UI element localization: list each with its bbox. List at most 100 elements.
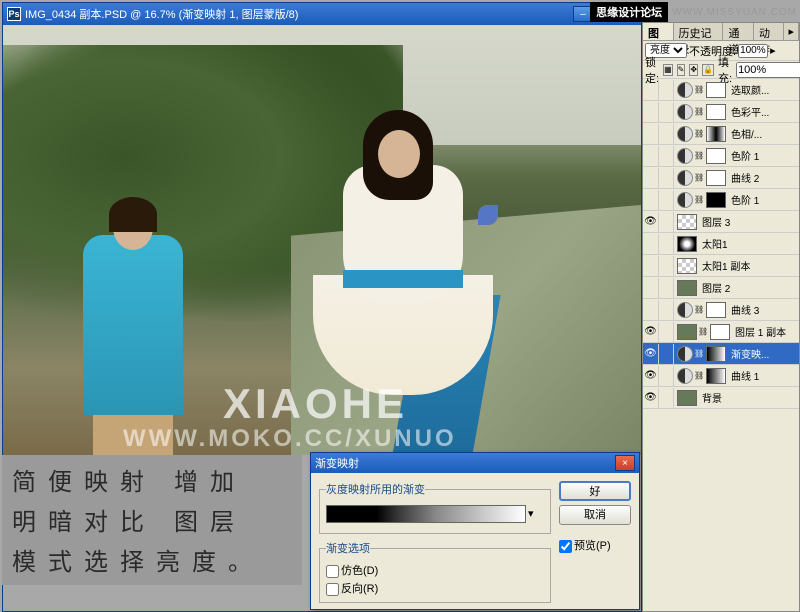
layer-name[interactable]: 渐变映...: [731, 346, 799, 361]
link-cell[interactable]: [660, 366, 674, 386]
link-cell[interactable]: [660, 212, 674, 232]
dialog-titlebar[interactable]: 渐变映射 ×: [311, 453, 639, 473]
layer-thumbnail[interactable]: [677, 258, 697, 274]
layer-name[interactable]: 曲线 1: [731, 368, 799, 383]
link-cell[interactable]: [660, 124, 674, 144]
visibility-toggle[interactable]: [643, 168, 659, 188]
layer-mask[interactable]: [706, 170, 726, 186]
visibility-toggle[interactable]: [643, 190, 659, 210]
window-titlebar[interactable]: Ps IMG_0434 副本.PSD @ 16.7% (渐变映射 1, 图层蒙版…: [3, 3, 641, 25]
visibility-toggle[interactable]: 👁: [643, 344, 659, 364]
tab-history[interactable]: 历史记录: [674, 23, 724, 40]
layer-row[interactable]: 图层 2: [643, 277, 799, 299]
visibility-toggle[interactable]: [643, 146, 659, 166]
layer-name[interactable]: 色彩平...: [731, 104, 799, 119]
layer-row[interactable]: 👁 背景: [643, 387, 799, 409]
link-cell[interactable]: [660, 168, 674, 188]
opacity-arrow-icon[interactable]: ▸: [770, 44, 776, 57]
layer-mask[interactable]: [706, 192, 726, 208]
link-cell[interactable]: [660, 322, 674, 342]
layer-row[interactable]: 👁⛓图层 1 副本: [643, 321, 799, 343]
visibility-toggle[interactable]: [643, 234, 659, 254]
visibility-toggle[interactable]: [643, 256, 659, 276]
layer-thumbnail[interactable]: [677, 214, 697, 230]
link-cell[interactable]: [660, 190, 674, 210]
layer-row[interactable]: ⛓色阶 1: [643, 145, 799, 167]
cancel-button[interactable]: 取消: [559, 505, 631, 525]
dither-checkbox[interactable]: [326, 565, 339, 578]
options-fieldset: 渐变选项 仿色(D) 反向(R): [319, 540, 551, 603]
ok-button[interactable]: 好: [559, 481, 631, 501]
layer-name[interactable]: 选取颜...: [731, 82, 799, 97]
layer-mask[interactable]: [706, 82, 726, 98]
link-cell[interactable]: [660, 344, 674, 364]
layer-name[interactable]: 太阳1: [702, 236, 799, 251]
layer-row[interactable]: 👁⛓渐变映...: [643, 343, 799, 365]
dialog-close-button[interactable]: ×: [615, 455, 635, 471]
lock-transparency-icon[interactable]: ▦: [663, 64, 673, 76]
layer-name[interactable]: 太阳1 副本: [702, 258, 799, 273]
gradient-preview[interactable]: [326, 505, 526, 523]
layer-row[interactable]: 太阳1 副本: [643, 255, 799, 277]
tab-layers[interactable]: 图层: [643, 23, 674, 40]
link-cell[interactable]: [660, 80, 674, 100]
link-cell[interactable]: [660, 146, 674, 166]
visibility-toggle[interactable]: [643, 300, 659, 320]
layer-mask[interactable]: [706, 368, 726, 384]
layer-name[interactable]: 背景: [702, 390, 799, 405]
reverse-checkbox[interactable]: [326, 583, 339, 596]
visibility-toggle[interactable]: 👁: [643, 388, 659, 408]
layer-name[interactable]: 图层 1 副本: [735, 324, 799, 339]
layer-name[interactable]: 图层 3: [702, 214, 799, 229]
layer-thumbnail[interactable]: [677, 280, 697, 296]
layer-row[interactable]: 👁 图层 3: [643, 211, 799, 233]
link-cell[interactable]: [660, 256, 674, 276]
visibility-toggle[interactable]: [643, 124, 659, 144]
opacity-input[interactable]: [738, 44, 768, 58]
layer-thumbnail[interactable]: [677, 324, 697, 340]
layer-mask[interactable]: [706, 302, 726, 318]
visibility-toggle[interactable]: 👁: [643, 322, 659, 342]
visibility-toggle[interactable]: [643, 102, 659, 122]
fill-input[interactable]: [736, 62, 800, 78]
visibility-toggle[interactable]: [643, 278, 659, 298]
layer-mask[interactable]: [710, 324, 730, 340]
layer-name[interactable]: 图层 2: [702, 280, 799, 295]
layer-name[interactable]: 曲线 3: [731, 302, 799, 317]
panel-menu-icon[interactable]: ▸: [784, 23, 799, 40]
layer-name[interactable]: 色阶 1: [731, 148, 799, 163]
layer-row[interactable]: ⛓曲线 3: [643, 299, 799, 321]
link-cell[interactable]: [660, 388, 674, 408]
layer-row[interactable]: ⛓色相/...: [643, 123, 799, 145]
layer-thumbnail[interactable]: [677, 390, 697, 406]
layer-row[interactable]: ⛓色阶 1: [643, 189, 799, 211]
gradient-dropdown-icon[interactable]: [526, 505, 540, 523]
layer-thumbnail[interactable]: [677, 236, 697, 252]
link-cell[interactable]: [660, 102, 674, 122]
layer-mask[interactable]: [706, 148, 726, 164]
layer-row[interactable]: ⛓曲线 2: [643, 167, 799, 189]
link-cell[interactable]: [660, 234, 674, 254]
lock-pixels-icon[interactable]: ✎: [677, 64, 686, 76]
layer-row[interactable]: ⛓色彩平...: [643, 101, 799, 123]
lock-position-icon[interactable]: ✥: [689, 64, 698, 76]
lock-all-icon[interactable]: 🔒: [702, 64, 714, 76]
visibility-toggle[interactable]: [643, 80, 659, 100]
preview-checkbox[interactable]: [559, 540, 572, 553]
visibility-toggle[interactable]: 👁: [643, 366, 659, 386]
layer-name[interactable]: 曲线 2: [731, 170, 799, 185]
tab-actions[interactable]: 动作: [754, 23, 785, 40]
layer-row[interactable]: 👁⛓曲线 1: [643, 365, 799, 387]
layer-name[interactable]: 色阶 1: [731, 192, 799, 207]
layer-mask[interactable]: [706, 126, 726, 142]
canvas[interactable]: XIAOHE WWW.MOKO.CC/XUNUO: [3, 25, 641, 455]
layer-name[interactable]: 色相/...: [731, 126, 799, 141]
layer-mask[interactable]: [706, 104, 726, 120]
link-cell[interactable]: [660, 278, 674, 298]
tab-channels[interactable]: 通道: [723, 23, 754, 40]
visibility-toggle[interactable]: 👁: [643, 212, 659, 232]
layer-mask[interactable]: [706, 346, 726, 362]
layer-row[interactable]: ⛓选取颜...: [643, 79, 799, 101]
layer-row[interactable]: 太阳1: [643, 233, 799, 255]
link-cell[interactable]: [660, 300, 674, 320]
